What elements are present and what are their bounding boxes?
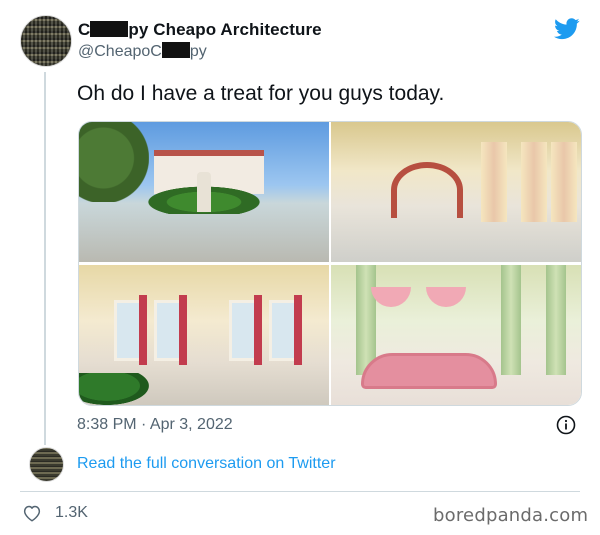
tweet-timestamp[interactable]: 8:38 PM · Apr 3, 2022 <box>77 416 233 434</box>
author-avatar[interactable] <box>20 15 72 67</box>
read-full-conversation-link[interactable]: Read the full conversation on Twitter <box>77 455 336 473</box>
redaction-box <box>161 42 190 58</box>
handle-start: @CheapoC <box>78 43 162 60</box>
redaction-box <box>90 21 129 37</box>
heart-icon[interactable] <box>22 504 42 522</box>
photo-mansion-exterior[interactable] <box>79 122 329 262</box>
author-handle[interactable]: @CheapoC py <box>78 42 207 61</box>
display-name-end: py Cheapo Architecture <box>128 20 322 39</box>
author-display-name[interactable]: Cpy Cheapo Architecture <box>78 20 322 40</box>
watermark-text: boredpanda.com <box>433 505 589 526</box>
author-avatar-small[interactable] <box>29 447 64 482</box>
twitter-bird-icon[interactable] <box>554 18 580 40</box>
embedded-tweet-card: Cpy Cheapo Architecture @CheapoC py Oh do… <box>0 0 600 535</box>
info-icon[interactable] <box>556 415 576 435</box>
thread-line <box>44 72 46 445</box>
tweet-text: Oh do I have a treat for you guys today. <box>77 82 445 105</box>
photo-grid <box>78 121 582 406</box>
photo-ballroom[interactable] <box>79 265 329 405</box>
like-count[interactable]: 1.3K <box>55 504 88 522</box>
display-name-start: C <box>78 20 91 39</box>
handle-end: py <box>189 43 207 60</box>
divider <box>20 491 580 492</box>
photo-pink-lounge[interactable] <box>331 265 581 405</box>
photo-grand-hall[interactable] <box>331 122 581 262</box>
